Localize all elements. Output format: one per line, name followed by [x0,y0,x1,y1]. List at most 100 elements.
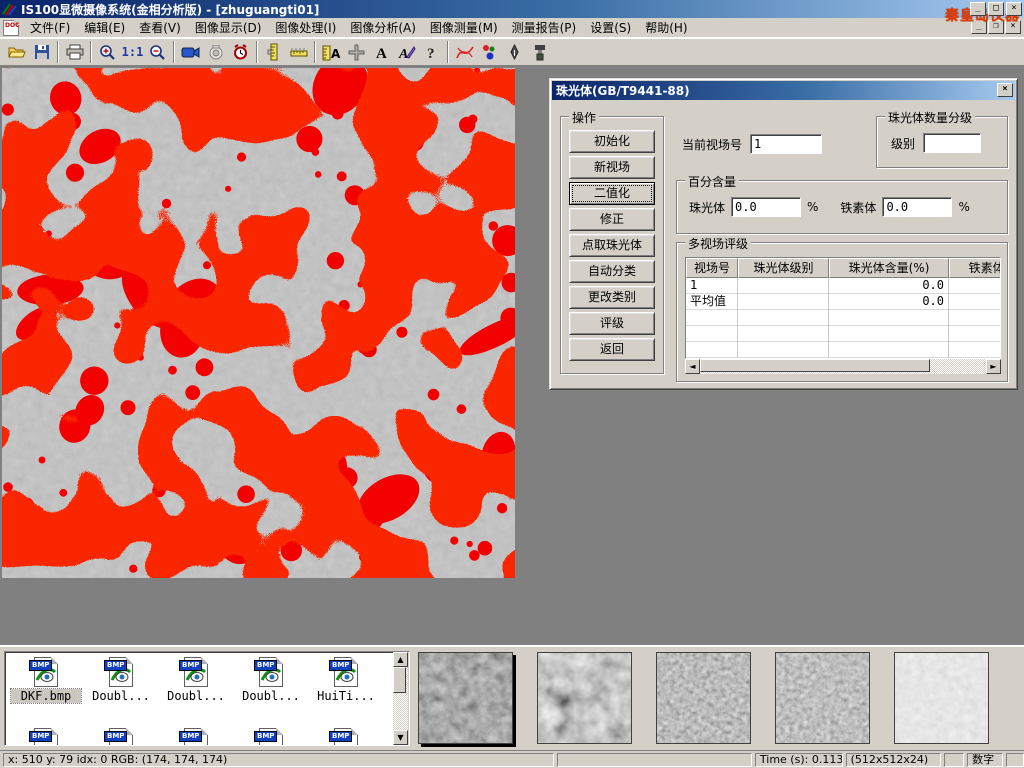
window-title: IS100显微摄像系统(金相分析版) - [zhuguangti01] [21,1,319,18]
file-name[interactable]: Doubl... [86,689,156,703]
scrollbar-thumb[interactable] [393,667,406,693]
help-icon: ? [426,44,438,60]
scroll-up-icon[interactable]: ▲ [393,652,408,667]
pick-pearlite-button[interactable]: 点取珠光体 [569,234,655,257]
specimen-image[interactable] [2,68,515,578]
menu-image-measure[interactable]: 图像测量(M) [423,17,505,38]
current-field-input[interactable] [750,134,822,154]
file-item[interactable]: BMP HuiTi... [311,657,381,703]
menu-image-analysis[interactable]: 图像分析(A) [343,17,423,38]
menu-image-processing[interactable]: 图像处理(I) [268,17,343,38]
thumbnail-3[interactable] [656,652,751,744]
bmp-file-icon: BMP [254,657,288,689]
ruler-button[interactable] [286,40,311,64]
minimize-button[interactable]: _ [970,2,986,16]
table-header-row: 视场号 珠光体级别 珠光体含量(%) 铁素体含量(%) [686,258,1000,278]
curve-tool-icon [455,44,475,61]
curve-tool-button[interactable] [452,40,477,64]
brush-icon [533,44,547,61]
caliper-button[interactable] [261,40,286,64]
scroll-left-icon[interactable]: ◄ [685,359,700,374]
dialog-close-button[interactable]: × [997,83,1013,97]
zoom-in-button[interactable] [95,40,120,64]
file-name[interactable]: Doubl... [161,689,231,703]
table-row[interactable]: 平均值 0.0 [686,294,1000,310]
zoom-out-button[interactable] [145,40,170,64]
print-button[interactable] [62,40,87,64]
init-button[interactable]: 初始化 [569,130,655,153]
results-table[interactable]: 视场号 珠光体级别 珠光体含量(%) 铁素体含量(%) 1 0.0 [685,257,1001,359]
menu-file[interactable]: 文件(F) [23,17,77,38]
menu-help[interactable]: 帮助(H) [638,17,694,38]
correct-button[interactable]: 修正 [569,208,655,231]
ferrite-input[interactable] [882,197,952,217]
file-name[interactable]: HuiTi... [311,689,381,703]
scrollbar-thumb[interactable] [700,359,930,372]
binarize-button[interactable]: 二值化 [569,182,655,205]
menu-edit[interactable]: 编辑(E) [77,17,132,38]
actual-size-button[interactable]: 1:1 [120,40,145,64]
scroll-right-icon[interactable]: ► [986,359,1001,374]
menu-settings[interactable]: 设置(S) [583,17,638,38]
brush-tool-button[interactable] [527,40,552,64]
menu-view[interactable]: 查看(V) [132,17,188,38]
pen-tool-button[interactable] [502,40,527,64]
annotate-button[interactable]: A [394,40,419,64]
file-list[interactable]: BMP DKF.bmp BMP Doubl... BMP Doubl... [4,651,410,746]
thumbnail-5[interactable] [894,652,989,744]
bmp-file-icon: BMP [104,657,138,689]
return-button[interactable]: 返回 [569,338,655,361]
file-item[interactable]: BMP [86,728,156,746]
file-item[interactable]: BMP Doubl... [161,657,231,703]
file-item[interactable]: BMP Doubl... [86,657,156,703]
auto-classify-button[interactable]: 自动分类 [569,260,655,283]
bmp-file-icon: BMP [29,728,63,746]
video-capture-button[interactable] [178,40,203,64]
file-item[interactable]: BMP Doubl... [236,657,306,703]
markers-button[interactable] [477,40,502,64]
measure-text-button[interactable]: A [319,40,344,64]
dialog-title-bar[interactable]: 珠光体(GB/T9441-88) × [552,81,1015,100]
move-button[interactable] [344,40,369,64]
document-icon[interactable]: DOC [3,20,19,36]
print-icon [66,44,84,60]
file-name[interactable]: Doubl... [236,689,306,703]
ferrite-label: 铁素体 [840,199,876,216]
timer-button[interactable] [228,40,253,64]
menu-measure-report[interactable]: 测量报告(P) [505,17,584,38]
thumbnail-4[interactable] [775,652,870,744]
file-list-scrollbar[interactable]: ▲ ▼ [393,652,409,745]
scroll-down-icon[interactable]: ▼ [393,730,408,745]
thumbnail-1[interactable] [418,652,513,744]
move-cross-icon [348,44,365,61]
thumbnail-2[interactable] [537,652,632,744]
pearlite-input[interactable] [731,197,801,217]
change-class-button[interactable]: 更改类别 [569,286,655,309]
grade-input[interactable] [923,133,981,153]
file-item[interactable]: BMP [11,728,81,746]
grade-button[interactable]: 评级 [569,312,655,335]
grading-group-label: 珠光体数量分级 [885,109,975,126]
file-item[interactable]: BMP [161,728,231,746]
maximize-button[interactable]: □ [988,2,1004,16]
menu-image-display[interactable]: 图像显示(D) [188,17,269,38]
bmp-file-icon: BMP [179,657,213,689]
text-button[interactable]: A [369,40,394,64]
file-name[interactable]: DKF.bmp [11,689,81,703]
file-item[interactable]: BMP [236,728,306,746]
status-panel-empty [944,753,964,767]
save-button[interactable] [29,40,54,64]
camera-button[interactable] [203,40,228,64]
table-horizontal-scrollbar[interactable]: ◄ ► [685,359,1001,374]
bottom-panel: BMP DKF.bmp BMP Doubl... BMP Doubl... [0,645,1024,750]
help-button[interactable]: ? [419,40,444,64]
video-camera-icon [181,46,200,59]
bmp-file-icon: BMP [179,728,213,746]
new-field-button[interactable]: 新视场 [569,156,655,179]
table-row[interactable]: 1 0.0 [686,278,1000,294]
svg-text:A: A [331,47,341,61]
file-item[interactable]: BMP DKF.bmp [11,657,81,703]
close-button[interactable]: × [1006,2,1022,16]
file-item[interactable]: BMP [311,728,381,746]
open-button[interactable] [4,40,29,64]
